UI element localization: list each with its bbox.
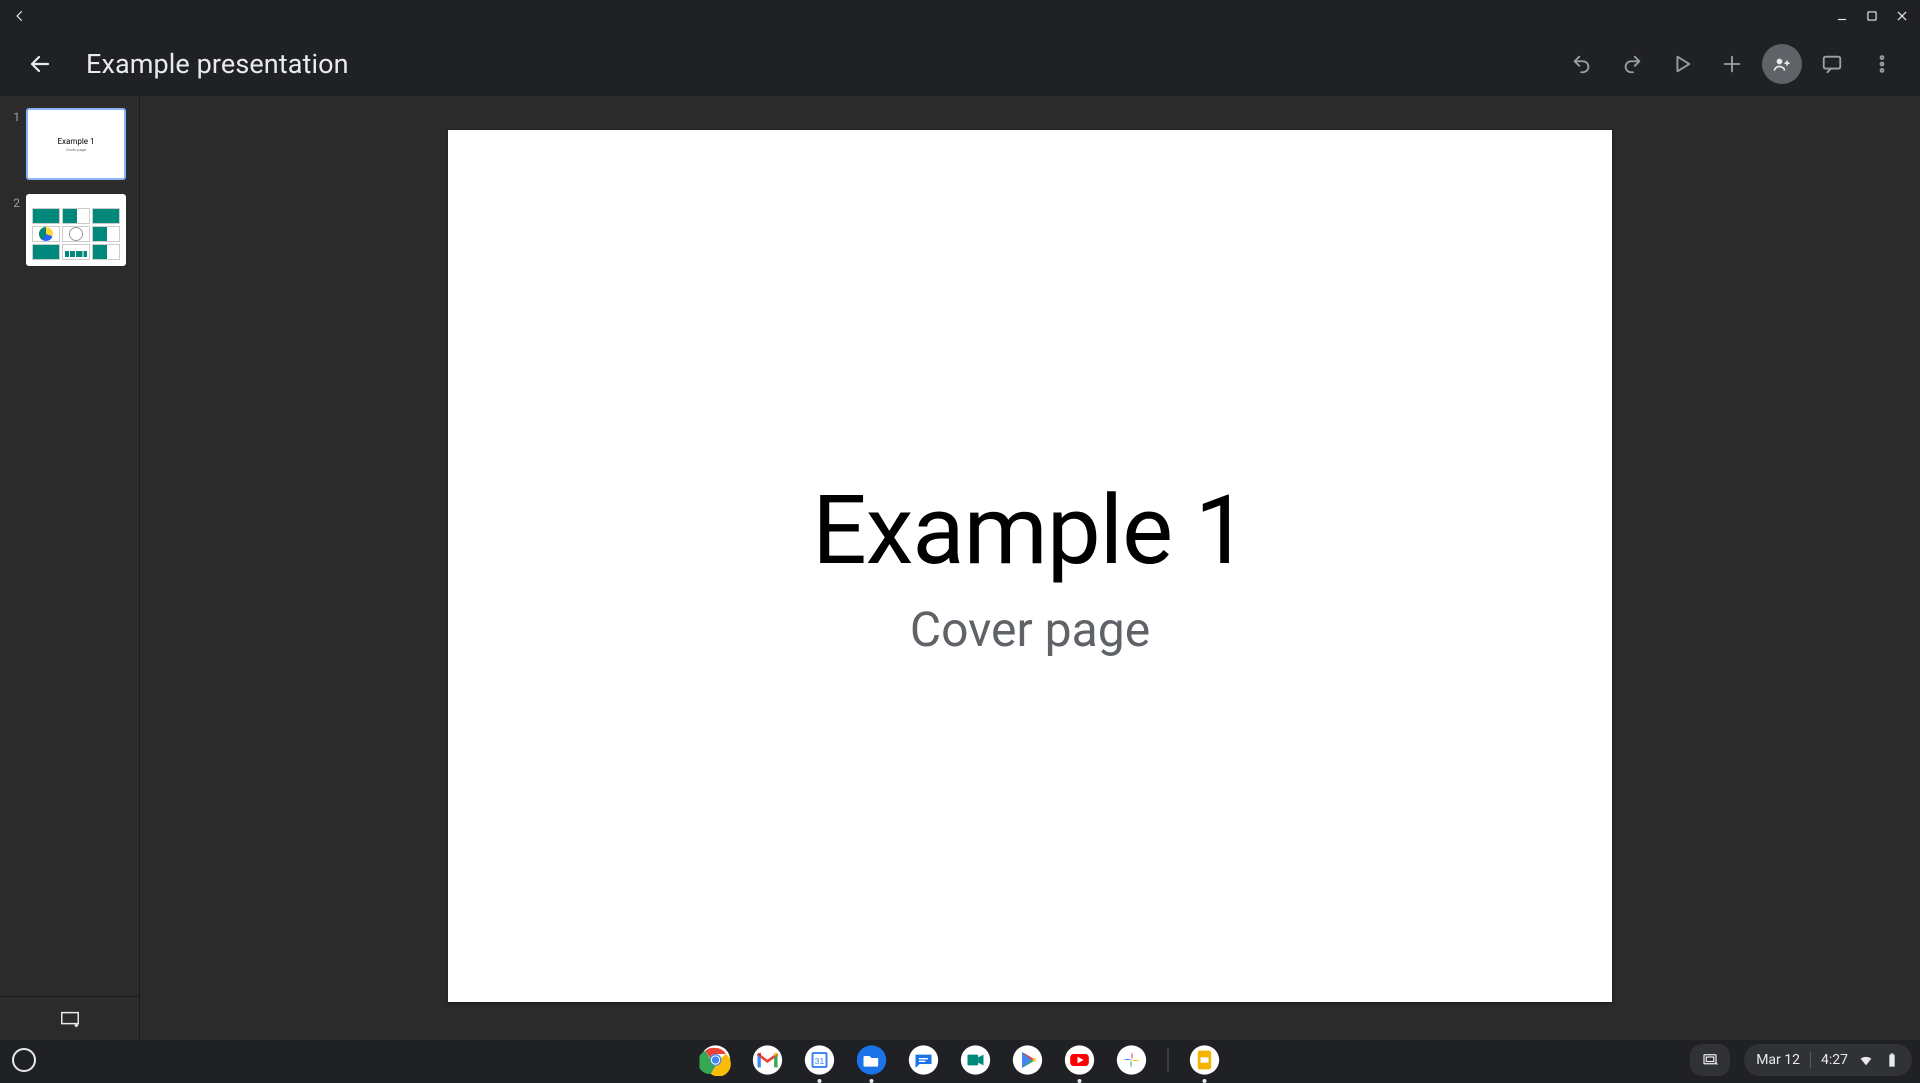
app-chrome-icon[interactable]: [700, 1044, 732, 1076]
wifi-icon: [1858, 1052, 1874, 1068]
thumbnail-slide-2[interactable]: [26, 194, 126, 266]
undo-icon[interactable]: [1562, 44, 1602, 84]
thumbnail-index: 2: [6, 194, 20, 266]
status-tray[interactable]: Mar 12 4:27: [1744, 1044, 1912, 1076]
maximize-icon[interactable]: [1860, 4, 1884, 28]
app-photos-icon[interactable]: [1116, 1044, 1148, 1076]
minimize-icon[interactable]: [1830, 4, 1854, 28]
redo-icon[interactable]: [1612, 44, 1652, 84]
app-slides-icon[interactable]: [1189, 1044, 1221, 1076]
status-date: Mar 12: [1756, 1052, 1800, 1068]
header-back-icon[interactable]: [20, 44, 60, 84]
svg-text:31: 31: [815, 1056, 825, 1066]
slide-panel: 1 Example 1 Cover page 2: [0, 96, 140, 1040]
app-messages-icon[interactable]: [908, 1044, 940, 1076]
status-time: 4:27: [1821, 1052, 1848, 1068]
thumbnail-preview: [32, 200, 120, 260]
comments-icon[interactable]: [1812, 44, 1852, 84]
battery-icon: [1884, 1052, 1900, 1068]
app-meet-icon[interactable]: [960, 1044, 992, 1076]
launcher-icon[interactable]: [12, 1048, 36, 1072]
slide-title[interactable]: Example 1: [812, 475, 1248, 587]
app-header: Example presentation: [0, 32, 1920, 96]
page-title[interactable]: Example presentation: [86, 48, 349, 80]
thumbnail-subtitle: Cover page: [66, 147, 86, 152]
shelf-apps: 31: [700, 1044, 1221, 1076]
add-icon[interactable]: [1712, 44, 1752, 84]
canvas-area[interactable]: Example 1 Cover page: [140, 96, 1920, 1040]
chrome-back-icon[interactable]: [8, 4, 32, 28]
app-calendar-icon[interactable]: 31: [804, 1044, 836, 1076]
share-button[interactable]: [1762, 44, 1802, 84]
thumbnail-index: 1: [6, 108, 20, 180]
more-icon[interactable]: [1862, 44, 1902, 84]
shelf-divider: [1168, 1048, 1169, 1072]
present-icon[interactable]: [1662, 44, 1702, 84]
slide-subtitle[interactable]: Cover page: [910, 601, 1150, 658]
shelf: 31: [0, 1040, 1920, 1080]
current-slide[interactable]: Example 1 Cover page: [448, 130, 1612, 1002]
thumbnail-title: Example 1: [57, 137, 94, 146]
thumbnail-slide-1[interactable]: Example 1 Cover page: [26, 108, 126, 180]
add-slide-button[interactable]: [0, 996, 139, 1040]
app-play-icon[interactable]: [1012, 1044, 1044, 1076]
window-chrome: [0, 0, 1920, 32]
close-icon[interactable]: [1890, 4, 1914, 28]
app-youtube-icon[interactable]: [1064, 1044, 1096, 1076]
tote-icon[interactable]: [1690, 1044, 1730, 1076]
thumbnail-row: 1 Example 1 Cover page: [6, 108, 133, 180]
thumbnail-row: 2: [6, 194, 133, 266]
app-gmail-icon[interactable]: [752, 1044, 784, 1076]
workspace: 1 Example 1 Cover page 2: [0, 96, 1920, 1040]
app-files-icon[interactable]: [856, 1044, 888, 1076]
